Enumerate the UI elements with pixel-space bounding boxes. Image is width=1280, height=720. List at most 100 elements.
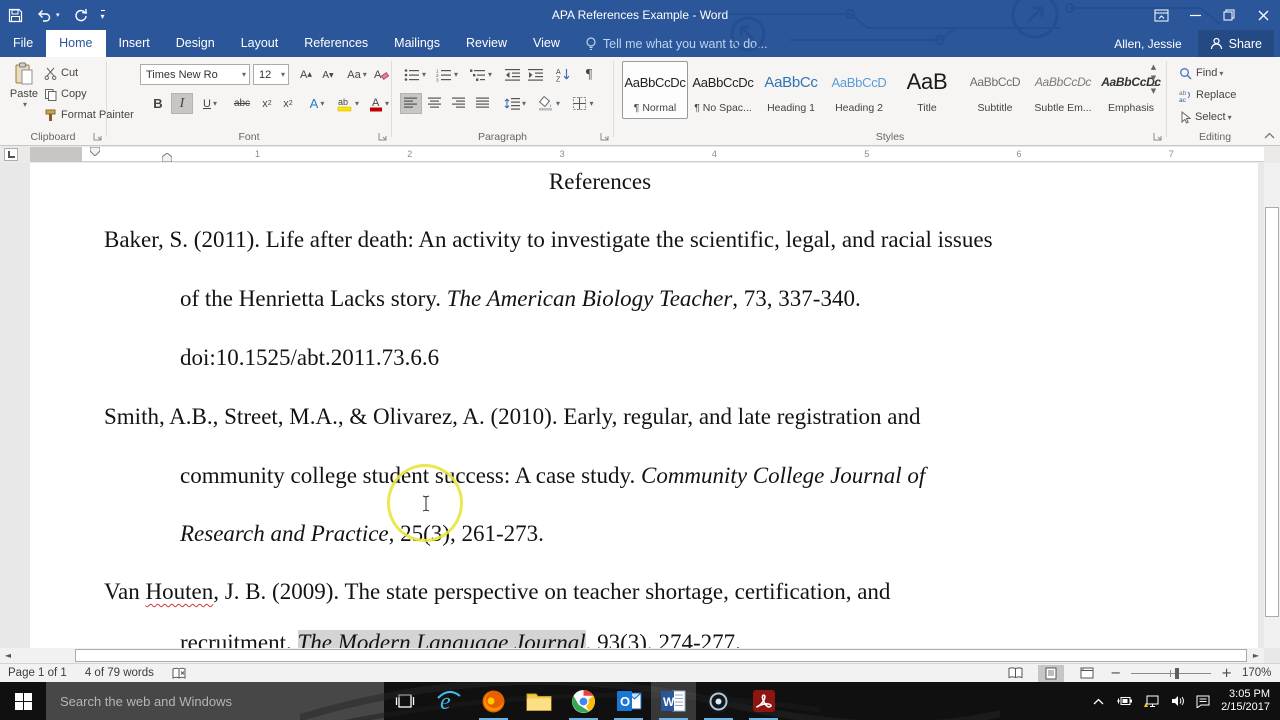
action-center-icon[interactable] xyxy=(1196,695,1210,708)
zoom-slider[interactable] xyxy=(1131,665,1212,682)
select-button[interactable]: Select ▾ xyxy=(1179,108,1232,126)
tell-me-box[interactable]: Tell me what you want to do... xyxy=(585,30,768,57)
zoom-in-button[interactable]: + xyxy=(1221,666,1232,681)
reference-line[interactable]: doi:10.1525/abt.2011.73.6.6 xyxy=(180,344,439,372)
shading-button[interactable]: ▾ xyxy=(534,93,564,114)
tray-chevron-icon[interactable] xyxy=(1093,698,1104,705)
text-effects-button[interactable]: A ▾ xyxy=(303,93,331,114)
align-right-button[interactable] xyxy=(448,93,470,114)
horizontal-scrollbar-thumb[interactable] xyxy=(75,649,1247,662)
word-count[interactable]: 4 of 79 words xyxy=(85,667,154,679)
minimize-button[interactable] xyxy=(1178,0,1212,30)
styles-scroll-down-icon[interactable]: ▼ xyxy=(1151,74,1156,82)
align-center-button[interactable] xyxy=(424,93,446,114)
justify-button[interactable] xyxy=(472,93,494,114)
tab-mailings[interactable]: Mailings xyxy=(381,30,453,57)
text-highlight-button[interactable]: ab ▾ xyxy=(333,93,363,114)
styles-gallery-more-icon[interactable]: ▼ xyxy=(1150,85,1157,95)
taskbar-search-input[interactable] xyxy=(46,682,384,720)
web-layout-button[interactable] xyxy=(1074,665,1100,682)
tab-view[interactable]: View xyxy=(520,30,573,57)
tab-stop-selector[interactable] xyxy=(4,148,18,161)
tab-review[interactable]: Review xyxy=(453,30,520,57)
align-left-button[interactable] xyxy=(400,93,422,114)
file-explorer-icon[interactable] xyxy=(516,682,561,720)
scroll-left-arrow-icon[interactable]: ◄ xyxy=(0,648,16,663)
reference-line[interactable]: Smith, A.B., Street, M.A., & Olivarez, A… xyxy=(104,403,920,431)
styles-dialog-launcher[interactable] xyxy=(1152,131,1163,142)
line-spacing-button[interactable]: ▾ xyxy=(500,93,530,114)
style-subtle-em[interactable]: AaBbCcDc Subtle Em... xyxy=(1030,61,1096,119)
close-button[interactable] xyxy=(1246,0,1280,30)
style-no-spac[interactable]: AaBbCcDc ¶ No Spac... xyxy=(690,61,756,119)
reference-line[interactable]: of the Henrietta Lacks story. The Americ… xyxy=(180,285,861,313)
shrink-font-button[interactable]: A ▼ xyxy=(318,66,338,85)
signed-in-user[interactable]: Allen, Jessie xyxy=(1114,37,1181,51)
hanging-indent-marker[interactable] xyxy=(162,153,172,162)
styles-scroll-up-icon[interactable]: ▲ xyxy=(1151,63,1156,71)
start-button[interactable] xyxy=(0,682,46,720)
font-dialog-launcher[interactable] xyxy=(377,131,388,142)
style-heading-2[interactable]: AaBbCcD Heading 2 xyxy=(826,61,892,119)
font-color-button[interactable]: A ▾ xyxy=(365,93,393,114)
reference-line[interactable]: recruitment. The Modern Language Journal… xyxy=(180,629,741,648)
page-indicator[interactable]: Page 1 of 1 xyxy=(8,667,67,679)
tab-file[interactable]: File xyxy=(0,30,46,57)
reference-line[interactable]: Research and Practice, 25(3), 261-273. xyxy=(180,520,544,548)
decrease-indent-button[interactable] xyxy=(502,64,524,85)
clear-formatting-button[interactable]: A xyxy=(373,64,389,85)
cut-button[interactable]: Cut xyxy=(44,64,78,82)
tab-design[interactable]: Design xyxy=(163,30,228,57)
italic-button[interactable]: I xyxy=(171,93,193,114)
clipboard-dialog-launcher[interactable] xyxy=(92,131,103,142)
find-button[interactable]: Find ▾ xyxy=(1179,64,1223,82)
chrome-icon[interactable] xyxy=(561,682,606,720)
zoom-slider-handle[interactable] xyxy=(1175,667,1180,679)
replace-button[interactable]: ab ac Replace xyxy=(1179,86,1236,104)
style-subtitle[interactable]: AaBbCcD Subtitle xyxy=(962,61,1028,119)
acrobat-icon[interactable] xyxy=(741,682,786,720)
tab-references[interactable]: References xyxy=(291,30,381,57)
task-view-button[interactable] xyxy=(384,682,426,720)
share-button[interactable]: Share xyxy=(1197,30,1274,57)
network-warning-icon[interactable] xyxy=(1144,695,1160,708)
underline-button[interactable]: U ▾ xyxy=(195,93,225,114)
style-heading-1[interactable]: AaBbCc Heading 1 xyxy=(758,61,824,119)
scroll-right-arrow-icon[interactable]: ► xyxy=(1248,648,1264,663)
style-title[interactable]: AaB Title xyxy=(894,61,960,119)
first-line-indent-marker[interactable] xyxy=(90,147,100,156)
document-heading[interactable]: References xyxy=(104,169,1096,195)
power-status-icon[interactable] xyxy=(1115,695,1133,707)
horizontal-scrollbar[interactable]: ◄ ► xyxy=(0,648,1264,663)
paragraph-dialog-launcher[interactable] xyxy=(599,131,610,142)
outlook-icon[interactable]: O xyxy=(606,682,651,720)
increase-indent-button[interactable] xyxy=(525,64,547,85)
firefox-icon[interactable] xyxy=(471,682,516,720)
zoom-out-button[interactable]: − xyxy=(1110,666,1121,681)
reference-line[interactable]: Baker, S. (2011). Life after death: An a… xyxy=(104,226,993,254)
numbering-button[interactable]: 123 ▾ xyxy=(432,64,462,85)
ribbon-display-options-icon[interactable] xyxy=(1144,0,1178,30)
copy-button[interactable]: Copy xyxy=(44,85,87,103)
reference-line[interactable]: community college student success: A cas… xyxy=(180,462,925,490)
speaker-icon[interactable] xyxy=(1171,695,1185,707)
bullets-button[interactable]: ▾ xyxy=(400,64,430,85)
collapse-ribbon-button[interactable] xyxy=(1264,132,1275,139)
subscript-button[interactable]: x2 xyxy=(257,93,277,114)
internet-explorer-icon[interactable]: e xyxy=(426,682,471,720)
borders-button[interactable]: ▾ xyxy=(568,93,598,114)
tab-layout[interactable]: Layout xyxy=(228,30,292,57)
superscript-button[interactable]: x2 xyxy=(278,93,298,114)
show-formatting-marks-button[interactable]: ¶ xyxy=(578,64,600,85)
paste-button[interactable]: Paste ▾ xyxy=(6,62,42,126)
read-mode-button[interactable] xyxy=(1002,665,1028,682)
sort-button[interactable]: AZ xyxy=(552,64,574,85)
proofing-status-icon[interactable] xyxy=(172,667,188,680)
style-normal[interactable]: AaBbCcDc ¶ Normal xyxy=(622,61,688,119)
change-case-button[interactable]: Aa ▾ xyxy=(343,64,371,85)
document-page[interactable]: References Baker, S. (2011). Life after … xyxy=(30,163,1258,648)
multilevel-list-button[interactable]: ▾ xyxy=(466,64,496,85)
restore-button[interactable] xyxy=(1212,0,1246,30)
zoom-level[interactable]: 170% xyxy=(1242,667,1272,679)
tab-insert[interactable]: Insert xyxy=(106,30,163,57)
